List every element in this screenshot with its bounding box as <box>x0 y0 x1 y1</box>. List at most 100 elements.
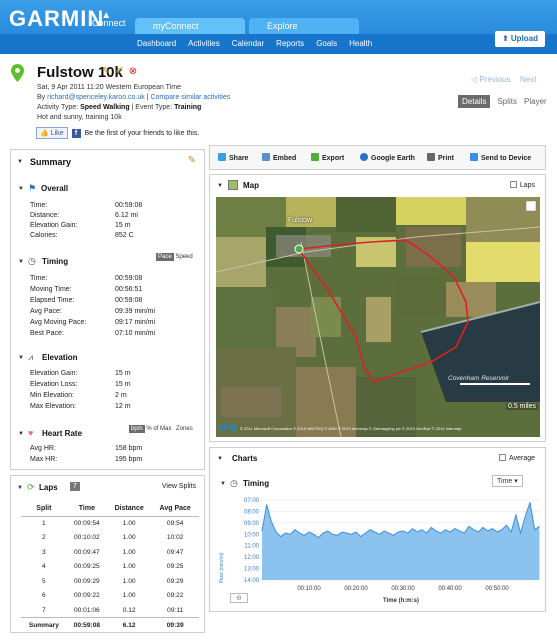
like-button[interactable]: 👍 Like <box>36 127 68 139</box>
flag-icon: ⚑ <box>28 183 37 193</box>
delete-icon[interactable]: ⊗ <box>129 66 137 77</box>
author-link[interactable]: richard@spenceley.karoo.co.uk <box>47 94 145 101</box>
column-header[interactable]: Distance <box>106 501 152 517</box>
pace-speed-toggle: Pace Speed <box>156 253 193 261</box>
collapse-arrow-icon[interactable]: ▼ <box>18 186 24 192</box>
print-button[interactable]: Print <box>427 153 454 162</box>
nav-health[interactable]: Health <box>349 39 372 48</box>
satellite-map[interactable]: Fulstow Covenham Reservoir 0.5 miles bin… <box>216 197 540 437</box>
tab-player[interactable]: Player <box>524 97 547 106</box>
export-button[interactable]: Export <box>311 153 344 162</box>
map-scale-label: 0.5 miles <box>506 403 539 410</box>
activity-notes: Hot and sunny, training 10k <box>37 114 122 121</box>
pace-toggle-button[interactable]: Pace <box>156 253 174 261</box>
heart-rate-toggle: bpm % of Max Zones <box>129 425 193 433</box>
tab-myconnect[interactable]: myConnect <box>135 18 245 34</box>
laps-table: Split Time Distance Avg Pace 1 00:09:54 1.… <box>21 501 199 632</box>
event-type-value[interactable]: Training <box>174 104 201 111</box>
percent-max-toggle-button[interactable]: % of Max <box>146 426 171 432</box>
bpm-toggle-button[interactable]: bpm <box>129 425 145 433</box>
pace-chart[interactable]: 07:00 08:00 09:00 10:00 11:00 12:00 13:00 14:00… <box>210 448 547 613</box>
table-row: 3 00:09:47 1.00 09:47 <box>42 548 184 556</box>
collapse-arrow-icon[interactable]: ▼ <box>18 431 24 437</box>
upload-icon: ⬆ <box>501 34 511 43</box>
collapse-arrow-icon[interactable]: ▼ <box>217 183 223 189</box>
edit-pencil-icon[interactable]: ✎ <box>188 155 196 166</box>
compare-link[interactable]: Compare similar activities <box>150 94 230 101</box>
speed-toggle-button[interactable]: Speed <box>175 254 192 260</box>
laps-header-row: Split Time Distance Avg Pace <box>21 501 199 517</box>
y-tick-label: 11:00 <box>244 544 259 550</box>
activity-date: Sat, 9 Apr 2011 11:20 Western European T… <box>37 84 181 91</box>
laps-panel: ▼ ⟳ Laps 7 View Splits Split Time Distan… <box>10 475 205 633</box>
collapse-arrow-icon[interactable]: ▼ <box>18 355 24 361</box>
x-axis-ticks: 00:10:00 00:20:00 00:30:00 00:40:00 00:50:00 <box>297 586 509 592</box>
tab-details[interactable]: Details <box>458 95 491 108</box>
collapse-arrow-icon[interactable]: ▼ <box>18 259 24 265</box>
y-tick-label: 09:00 <box>244 521 260 527</box>
table-row: 2 00:10:02 1.00 10:02 <box>42 534 184 542</box>
upload-button[interactable]: ⬆ Upload <box>495 31 545 47</box>
badge-icon[interactable]: ✐ <box>115 66 123 77</box>
laps-title: Laps <box>39 483 58 492</box>
send-to-device-button[interactable]: Send to Device <box>470 153 531 162</box>
nav-calendar[interactable]: Calendar <box>232 39 264 48</box>
map-title: Map <box>243 181 259 190</box>
column-header[interactable]: Avg Pace <box>151 501 199 517</box>
heart-icon: ♥ <box>28 428 34 438</box>
y-tick-label: 08:00 <box>244 509 260 515</box>
nav-goals[interactable]: Goals <box>316 39 337 48</box>
view-splits-link[interactable]: View Splits <box>162 483 196 490</box>
activity-type-value[interactable]: Speed Walking <box>80 104 130 111</box>
y-tick-label: 12:00 <box>244 555 260 561</box>
edit-pencil-icon[interactable]: ✎ <box>102 66 110 77</box>
start-marker-icon <box>294 244 304 254</box>
printer-icon <box>427 153 435 161</box>
map-laps-toggle[interactable]: Laps <box>509 181 535 189</box>
elevation-icon: ⩘ <box>28 352 34 362</box>
zones-toggle-button[interactable]: Zones <box>176 426 193 432</box>
heart-rate-title: Heart Rate <box>42 429 83 438</box>
map-canvas[interactable] <box>216 197 540 437</box>
nav-activities[interactable]: Activities <box>188 39 220 48</box>
charts-panel: ▼ Charts Average ▼ ◷ Timing Time ▾ 07:00… <box>209 447 546 612</box>
x-tick-label: 00:20:00 <box>344 586 368 592</box>
previous-link[interactable]: ◁ Previous <box>471 75 511 84</box>
x-tick-label: 00:40:00 <box>438 586 462 592</box>
x-tick-label: 00:30:00 <box>391 586 415 592</box>
view-tabs: Details Splits Player <box>458 95 547 108</box>
column-header[interactable]: Time <box>66 501 107 517</box>
next-link[interactable]: Next <box>520 75 536 84</box>
laps-checkbox[interactable] <box>509 181 517 188</box>
column-header[interactable]: Split <box>21 501 67 517</box>
summary-row: Summary 00:59:08 6.12 09:39 <box>21 617 199 632</box>
top-tabs: myConnect Explore <box>135 18 359 34</box>
facebook-like-bar: 👍 Like f Be the first of your friends to… <box>36 127 199 139</box>
summary-title: Summary <box>30 157 72 167</box>
thumbs-up-icon: 👍 <box>40 130 49 137</box>
table-row: 1 00:09:54 1.00 09:54 <box>42 520 184 527</box>
embed-button[interactable]: Embed <box>262 153 296 162</box>
y-tick-label: 13:00 <box>244 567 260 573</box>
y-axis-ticks: 07:00 08:00 09:00 10:00 11:00 12:00 13:00 14:00 <box>244 498 260 584</box>
laps-count-badge: 7 <box>70 482 80 491</box>
nav-reports[interactable]: Reports <box>276 39 304 48</box>
nav-dashboard[interactable]: Dashboard <box>137 39 176 48</box>
y-tick-label: 14:00 <box>244 578 260 584</box>
facebook-icon: f <box>71 128 81 138</box>
zoom-icon[interactable]: ⊖ <box>230 593 248 603</box>
timing-title: Timing <box>42 257 69 266</box>
pace-area <box>262 502 540 580</box>
table-row: 7 00:01:06 0.12 09:11 <box>42 606 184 614</box>
tab-explore[interactable]: Explore <box>249 18 359 34</box>
sub-navigation: Dashboard Activities Calendar Reports Go… <box>0 34 557 54</box>
y-tick-label: 07:00 <box>244 498 260 504</box>
activity-author: By richard@spenceley.karoo.co.uk | Compa… <box>37 94 231 101</box>
tab-splits[interactable]: Splits <box>497 97 517 106</box>
globe-icon <box>360 153 368 161</box>
share-button[interactable]: Share <box>218 153 248 162</box>
table-row: 4 00:09:25 1.00 09:25 <box>42 563 184 571</box>
collapse-arrow-icon[interactable]: ▼ <box>17 485 23 491</box>
collapse-arrow-icon[interactable]: ▼ <box>17 159 23 165</box>
google-earth-button[interactable]: Google Earth <box>360 153 415 162</box>
